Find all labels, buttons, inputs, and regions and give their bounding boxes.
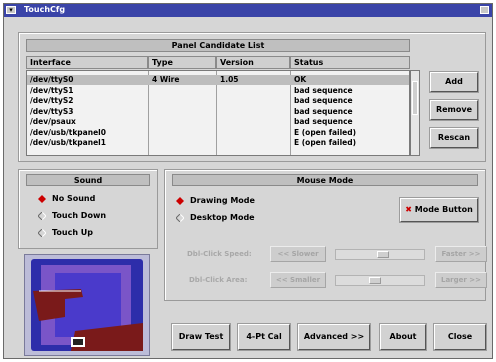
- advanced-button[interactable]: Advanced >>: [298, 324, 370, 350]
- list-row[interactable]: /dev/ttyS1 bad sequence: [27, 85, 409, 96]
- speed-slider-knob[interactable]: [377, 251, 389, 258]
- panel-candidate-list[interactable]: /dev/ttyS0 4 Wire 1.05 OK/dev/ttyS1 bad sequ…: [26, 70, 410, 156]
- mode-button-label: Mode Button: [414, 205, 473, 214]
- cell-status: bad sequence: [294, 96, 353, 105]
- column-header-version[interactable]: Version: [216, 56, 290, 69]
- cell-status: bad sequence: [294, 85, 353, 95]
- cell-version: 1.05: [220, 75, 239, 84]
- list-row[interactable]: /dev/psaux bad sequence: [27, 117, 409, 127]
- four-point-cal-button[interactable]: 4-Pt Cal: [238, 324, 290, 350]
- list-row[interactable]: /dev/usb/tkpanel0 E (open failed): [27, 127, 409, 138]
- sound-header: Sound: [26, 174, 150, 186]
- logo-drawing: [31, 259, 143, 351]
- scrollbar-thumb[interactable]: [412, 81, 418, 115]
- dbl-click-area-slider[interactable]: [335, 275, 425, 286]
- list-row[interactable]: /dev/ttyS0 4 Wire 1.05 OK: [27, 75, 409, 85]
- radio-selected-icon: [38, 195, 46, 203]
- remove-button[interactable]: Remove: [430, 100, 478, 120]
- mode-button[interactable]: ✖ Mode Button: [400, 198, 478, 222]
- mouse-mode-header: Mouse Mode: [172, 174, 478, 186]
- about-button[interactable]: About: [380, 324, 426, 350]
- cell-interface: /dev/ttyS0: [30, 75, 74, 84]
- touch-panel-logo-icon: [24, 254, 150, 356]
- cell-interface: /dev/usb/tkpanel0: [30, 127, 106, 137]
- larger-button[interactable]: Larger >>: [435, 272, 487, 288]
- panel-candidate-header: Panel Candidate List: [26, 39, 410, 52]
- radio-unselected-icon: [38, 229, 46, 237]
- radio-label: Touch Down: [52, 211, 107, 220]
- dbl-click-area-label: Dbl-Click Area:: [189, 276, 248, 284]
- cell-interface: /dev/ttyS1: [30, 85, 74, 95]
- list-row[interactable]: /dev/usb/tkpanel1 E (open failed): [27, 138, 409, 148]
- radio-selected-icon: [176, 197, 184, 205]
- radio-unselected-icon: [38, 212, 46, 220]
- touchcfg-window: ▾ TouchCfg Panel Candidate List Interfac…: [3, 3, 493, 359]
- cell-interface: /dev/psaux: [30, 117, 76, 126]
- radio-label: Desktop Mode: [190, 213, 255, 222]
- window-menu-icon[interactable]: ▾: [6, 6, 16, 14]
- maximize-icon[interactable]: [480, 6, 489, 14]
- list-row[interactable]: /dev/ttyS2 bad sequence: [27, 96, 409, 106]
- slower-button[interactable]: << Slower: [270, 246, 326, 262]
- cell-status: OK: [294, 75, 307, 84]
- radio-label: No Sound: [52, 194, 96, 203]
- cell-interface: /dev/ttyS2: [30, 96, 74, 105]
- cell-status: E (open failed): [294, 127, 357, 137]
- rescan-button[interactable]: Rescan: [430, 128, 478, 148]
- list-scrollbar[interactable]: [410, 70, 420, 156]
- smaller-button[interactable]: << Smaller: [270, 272, 326, 288]
- cell-interface: /dev/ttyS3: [30, 106, 74, 116]
- column-header-status[interactable]: Status: [290, 56, 410, 69]
- add-button[interactable]: Add: [430, 72, 478, 92]
- column-header-interface[interactable]: Interface: [26, 56, 148, 69]
- dbl-click-speed-slider[interactable]: [335, 249, 425, 260]
- cell-type: 4 Wire: [152, 75, 180, 84]
- close-x-icon: ✖: [405, 205, 412, 214]
- cell-status: E (open failed): [294, 138, 357, 147]
- cell-status: bad sequence: [294, 106, 353, 116]
- faster-button[interactable]: Faster >>: [435, 246, 487, 262]
- cell-status: bad sequence: [294, 117, 353, 126]
- radio-label: Touch Up: [52, 228, 94, 237]
- cell-interface: /dev/usb/tkpanel1: [30, 138, 106, 147]
- close-button[interactable]: Close: [434, 324, 486, 350]
- area-slider-knob[interactable]: [369, 277, 381, 284]
- radio-label: Drawing Mode: [190, 196, 255, 205]
- draw-test-button[interactable]: Draw Test: [172, 324, 230, 350]
- list-row[interactable]: /dev/ttyS3 bad sequence: [27, 106, 409, 117]
- dbl-click-speed-label: Dbl-Click Speed:: [187, 250, 252, 258]
- radio-unselected-icon: [176, 214, 184, 222]
- window-title: TouchCfg: [24, 5, 66, 14]
- title-bar[interactable]: ▾ TouchCfg: [4, 4, 492, 17]
- column-header-type[interactable]: Type: [148, 56, 216, 69]
